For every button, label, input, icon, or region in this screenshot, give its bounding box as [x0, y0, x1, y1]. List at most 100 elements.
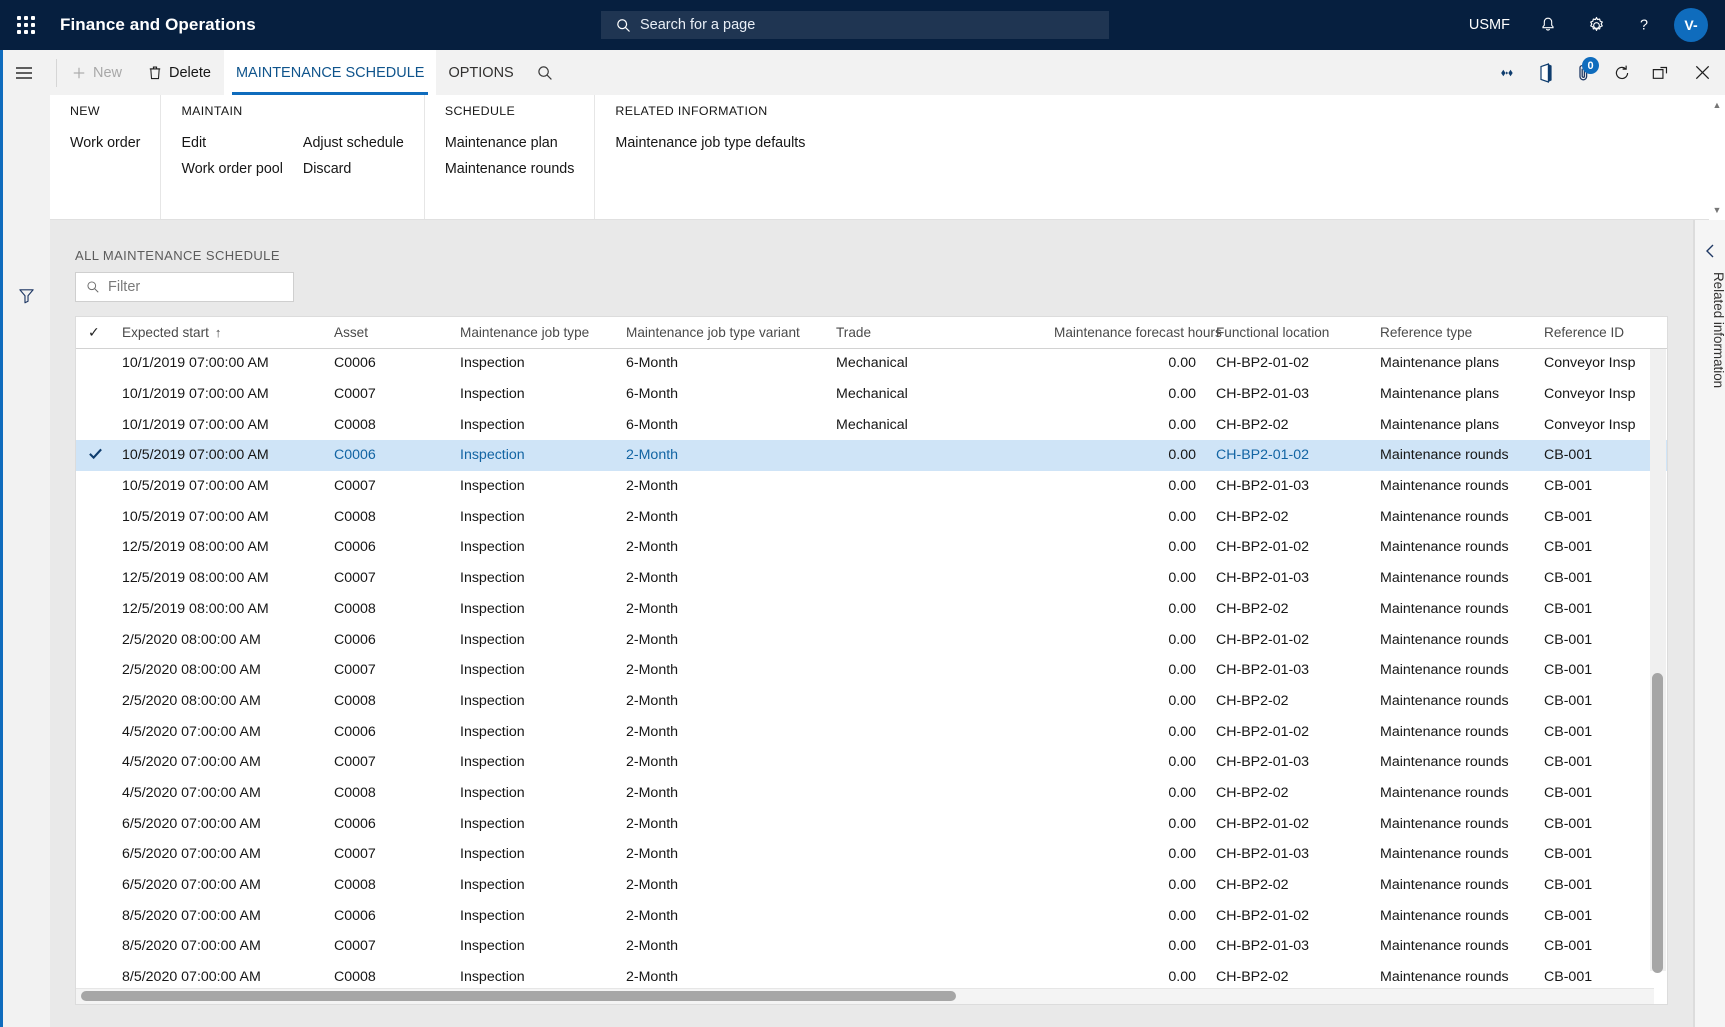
cell-variant[interactable]: 6-Month	[616, 379, 826, 410]
action-maintenance-rounds[interactable]: Maintenance rounds	[435, 156, 585, 182]
row-select-checkbox[interactable]	[76, 900, 112, 931]
new-button[interactable]: New	[59, 50, 135, 95]
cell-loc[interactable]: CH-BP2-01-02	[1206, 716, 1370, 747]
cell-asset[interactable]: C0007	[324, 747, 450, 778]
grid-horizontal-scroll-thumb[interactable]	[81, 991, 956, 1001]
popout-icon[interactable]	[1641, 50, 1679, 95]
command-search-icon[interactable]	[526, 50, 564, 95]
action-adjust-schedule[interactable]: Adjust schedule	[293, 130, 414, 156]
cell-variant[interactable]: 2-Month	[616, 532, 826, 563]
row-select-checkbox[interactable]	[76, 624, 112, 655]
cell-loc[interactable]: CH-BP2-01-03	[1206, 563, 1370, 594]
cell-loc[interactable]: CH-BP2-01-02	[1206, 624, 1370, 655]
cell-loc[interactable]: CH-BP2-02	[1206, 686, 1370, 717]
table-row[interactable]: 10/1/2019 07:00:00 AM C0007 Inspection 6-Mo…	[76, 379, 1667, 410]
table-row[interactable]: 8/5/2020 07:00:00 AM C0006 Inspection 2-Mon…	[76, 900, 1667, 931]
close-icon[interactable]	[1679, 50, 1725, 95]
cell-variant[interactable]: 2-Month	[616, 440, 826, 471]
column-header-maintenance-forecast-hours[interactable]: Maintenance forecast hours	[1044, 317, 1222, 349]
cell-loc[interactable]: CH-BP2-02	[1206, 778, 1370, 809]
cell-variant[interactable]: 2-Month	[616, 839, 826, 870]
row-select-checkbox[interactable]	[76, 379, 112, 410]
cell-asset[interactable]: C0006	[324, 716, 450, 747]
cell-jobtype[interactable]: Inspection	[450, 409, 616, 440]
select-all-header[interactable]: ✓	[76, 317, 112, 349]
cell-asset[interactable]: C0006	[324, 532, 450, 563]
cell-loc[interactable]: CH-BP2-02	[1206, 501, 1370, 532]
cell-variant[interactable]: 2-Month	[616, 471, 826, 502]
cell-variant[interactable]: 2-Month	[616, 563, 826, 594]
cell-asset[interactable]: C0006	[324, 900, 450, 931]
row-select-checkbox[interactable]	[76, 870, 112, 901]
cell-loc[interactable]: CH-BP2-01-03	[1206, 379, 1370, 410]
table-row[interactable]: 4/5/2020 07:00:00 AM C0008 Inspection 2-Mon…	[76, 778, 1667, 809]
page-scrollbar[interactable]: ▲ ▼	[1709, 95, 1725, 220]
cell-jobtype[interactable]: Inspection	[450, 563, 616, 594]
table-row[interactable]: 8/5/2020 07:00:00 AM C0007 Inspection 2-Mon…	[76, 931, 1667, 962]
cell-asset[interactable]: C0008	[324, 409, 450, 440]
company-selector[interactable]: USMF	[1455, 0, 1524, 50]
table-row[interactable]: 10/5/2019 07:00:00 AM C0008 Inspection 2-Mo…	[76, 501, 1667, 532]
waffle-grid-icon[interactable]	[0, 0, 52, 50]
row-select-checkbox[interactable]	[76, 471, 112, 502]
cell-jobtype[interactable]: Inspection	[450, 900, 616, 931]
cell-jobtype[interactable]: Inspection	[450, 440, 616, 471]
action-work-order[interactable]: Work order	[60, 130, 150, 156]
cell-variant[interactable]: 2-Month	[616, 931, 826, 962]
cell-loc[interactable]: CH-BP2-01-02	[1206, 532, 1370, 563]
cell-loc[interactable]: CH-BP2-02	[1206, 594, 1370, 625]
table-row[interactable]: 6/5/2020 07:00:00 AM C0006 Inspection 2-Mon…	[76, 808, 1667, 839]
cell-variant[interactable]: 2-Month	[616, 747, 826, 778]
action-maintenance-plan[interactable]: Maintenance plan	[435, 130, 585, 156]
cell-loc[interactable]: CH-BP2-01-03	[1206, 839, 1370, 870]
cell-loc[interactable]: CH-BP2-01-02	[1206, 440, 1370, 471]
row-select-checkbox[interactable]	[76, 747, 112, 778]
cell-loc[interactable]: CH-BP2-01-03	[1206, 655, 1370, 686]
cell-variant[interactable]: 2-Month	[616, 624, 826, 655]
filter-funnel-icon[interactable]	[3, 272, 50, 318]
cell-variant[interactable]: 2-Month	[616, 594, 826, 625]
cell-asset[interactable]: C0007	[324, 655, 450, 686]
global-search-input[interactable]: Search for a page	[601, 11, 1109, 39]
row-select-checkbox[interactable]	[76, 716, 112, 747]
cell-jobtype[interactable]: Inspection	[450, 471, 616, 502]
row-select-checkbox[interactable]	[76, 409, 112, 440]
row-select-checkbox[interactable]	[76, 839, 112, 870]
table-row[interactable]: 2/5/2020 08:00:00 AM C0008 Inspection 2-Mon…	[76, 686, 1667, 717]
column-header-reference-id[interactable]: Reference ID	[1534, 317, 1667, 349]
scroll-up-arrow[interactable]: ▲	[1709, 97, 1725, 113]
row-select-checkbox[interactable]	[76, 808, 112, 839]
cell-variant[interactable]: 2-Month	[616, 655, 826, 686]
row-select-checkbox[interactable]	[76, 778, 112, 809]
attachment-icon[interactable]: 0	[1565, 50, 1603, 95]
cell-asset[interactable]: C0007	[324, 379, 450, 410]
column-header-expected-start[interactable]: Expected start ↑	[112, 317, 324, 349]
cell-variant[interactable]: 6-Month	[616, 409, 826, 440]
cell-jobtype[interactable]: Inspection	[450, 532, 616, 563]
column-header-functional-location[interactable]: Functional location	[1206, 317, 1370, 349]
cell-jobtype[interactable]: Inspection	[450, 870, 616, 901]
action-discard[interactable]: Discard	[293, 156, 414, 182]
cell-asset[interactable]: C0008	[324, 686, 450, 717]
cell-jobtype[interactable]: Inspection	[450, 594, 616, 625]
cell-asset[interactable]: C0008	[324, 594, 450, 625]
cell-jobtype[interactable]: Inspection	[450, 716, 616, 747]
cell-asset[interactable]: C0006	[324, 808, 450, 839]
grid-vertical-scroll-thumb[interactable]	[1652, 673, 1663, 973]
cell-asset[interactable]: C0007	[324, 931, 450, 962]
column-header-maintenance-job-type-variant[interactable]: Maintenance job type variant	[616, 317, 826, 349]
cell-jobtype[interactable]: Inspection	[450, 501, 616, 532]
cell-asset[interactable]: C0007	[324, 563, 450, 594]
cell-asset[interactable]: C0008	[324, 501, 450, 532]
cell-loc[interactable]: CH-BP2-01-03	[1206, 747, 1370, 778]
row-select-checkbox[interactable]	[76, 931, 112, 962]
table-row[interactable]: 2/5/2020 08:00:00 AM C0006 Inspection 2-Mon…	[76, 624, 1667, 655]
cell-jobtype[interactable]: Inspection	[450, 839, 616, 870]
cell-jobtype[interactable]: Inspection	[450, 808, 616, 839]
cell-asset[interactable]: C0008	[324, 778, 450, 809]
action-work-order-pool[interactable]: Work order pool	[171, 156, 292, 182]
cell-variant[interactable]: 2-Month	[616, 686, 826, 717]
cell-jobtype[interactable]: Inspection	[450, 747, 616, 778]
cell-loc[interactable]: CH-BP2-01-03	[1206, 931, 1370, 962]
related-information-label[interactable]: Related information	[1694, 272, 1725, 388]
